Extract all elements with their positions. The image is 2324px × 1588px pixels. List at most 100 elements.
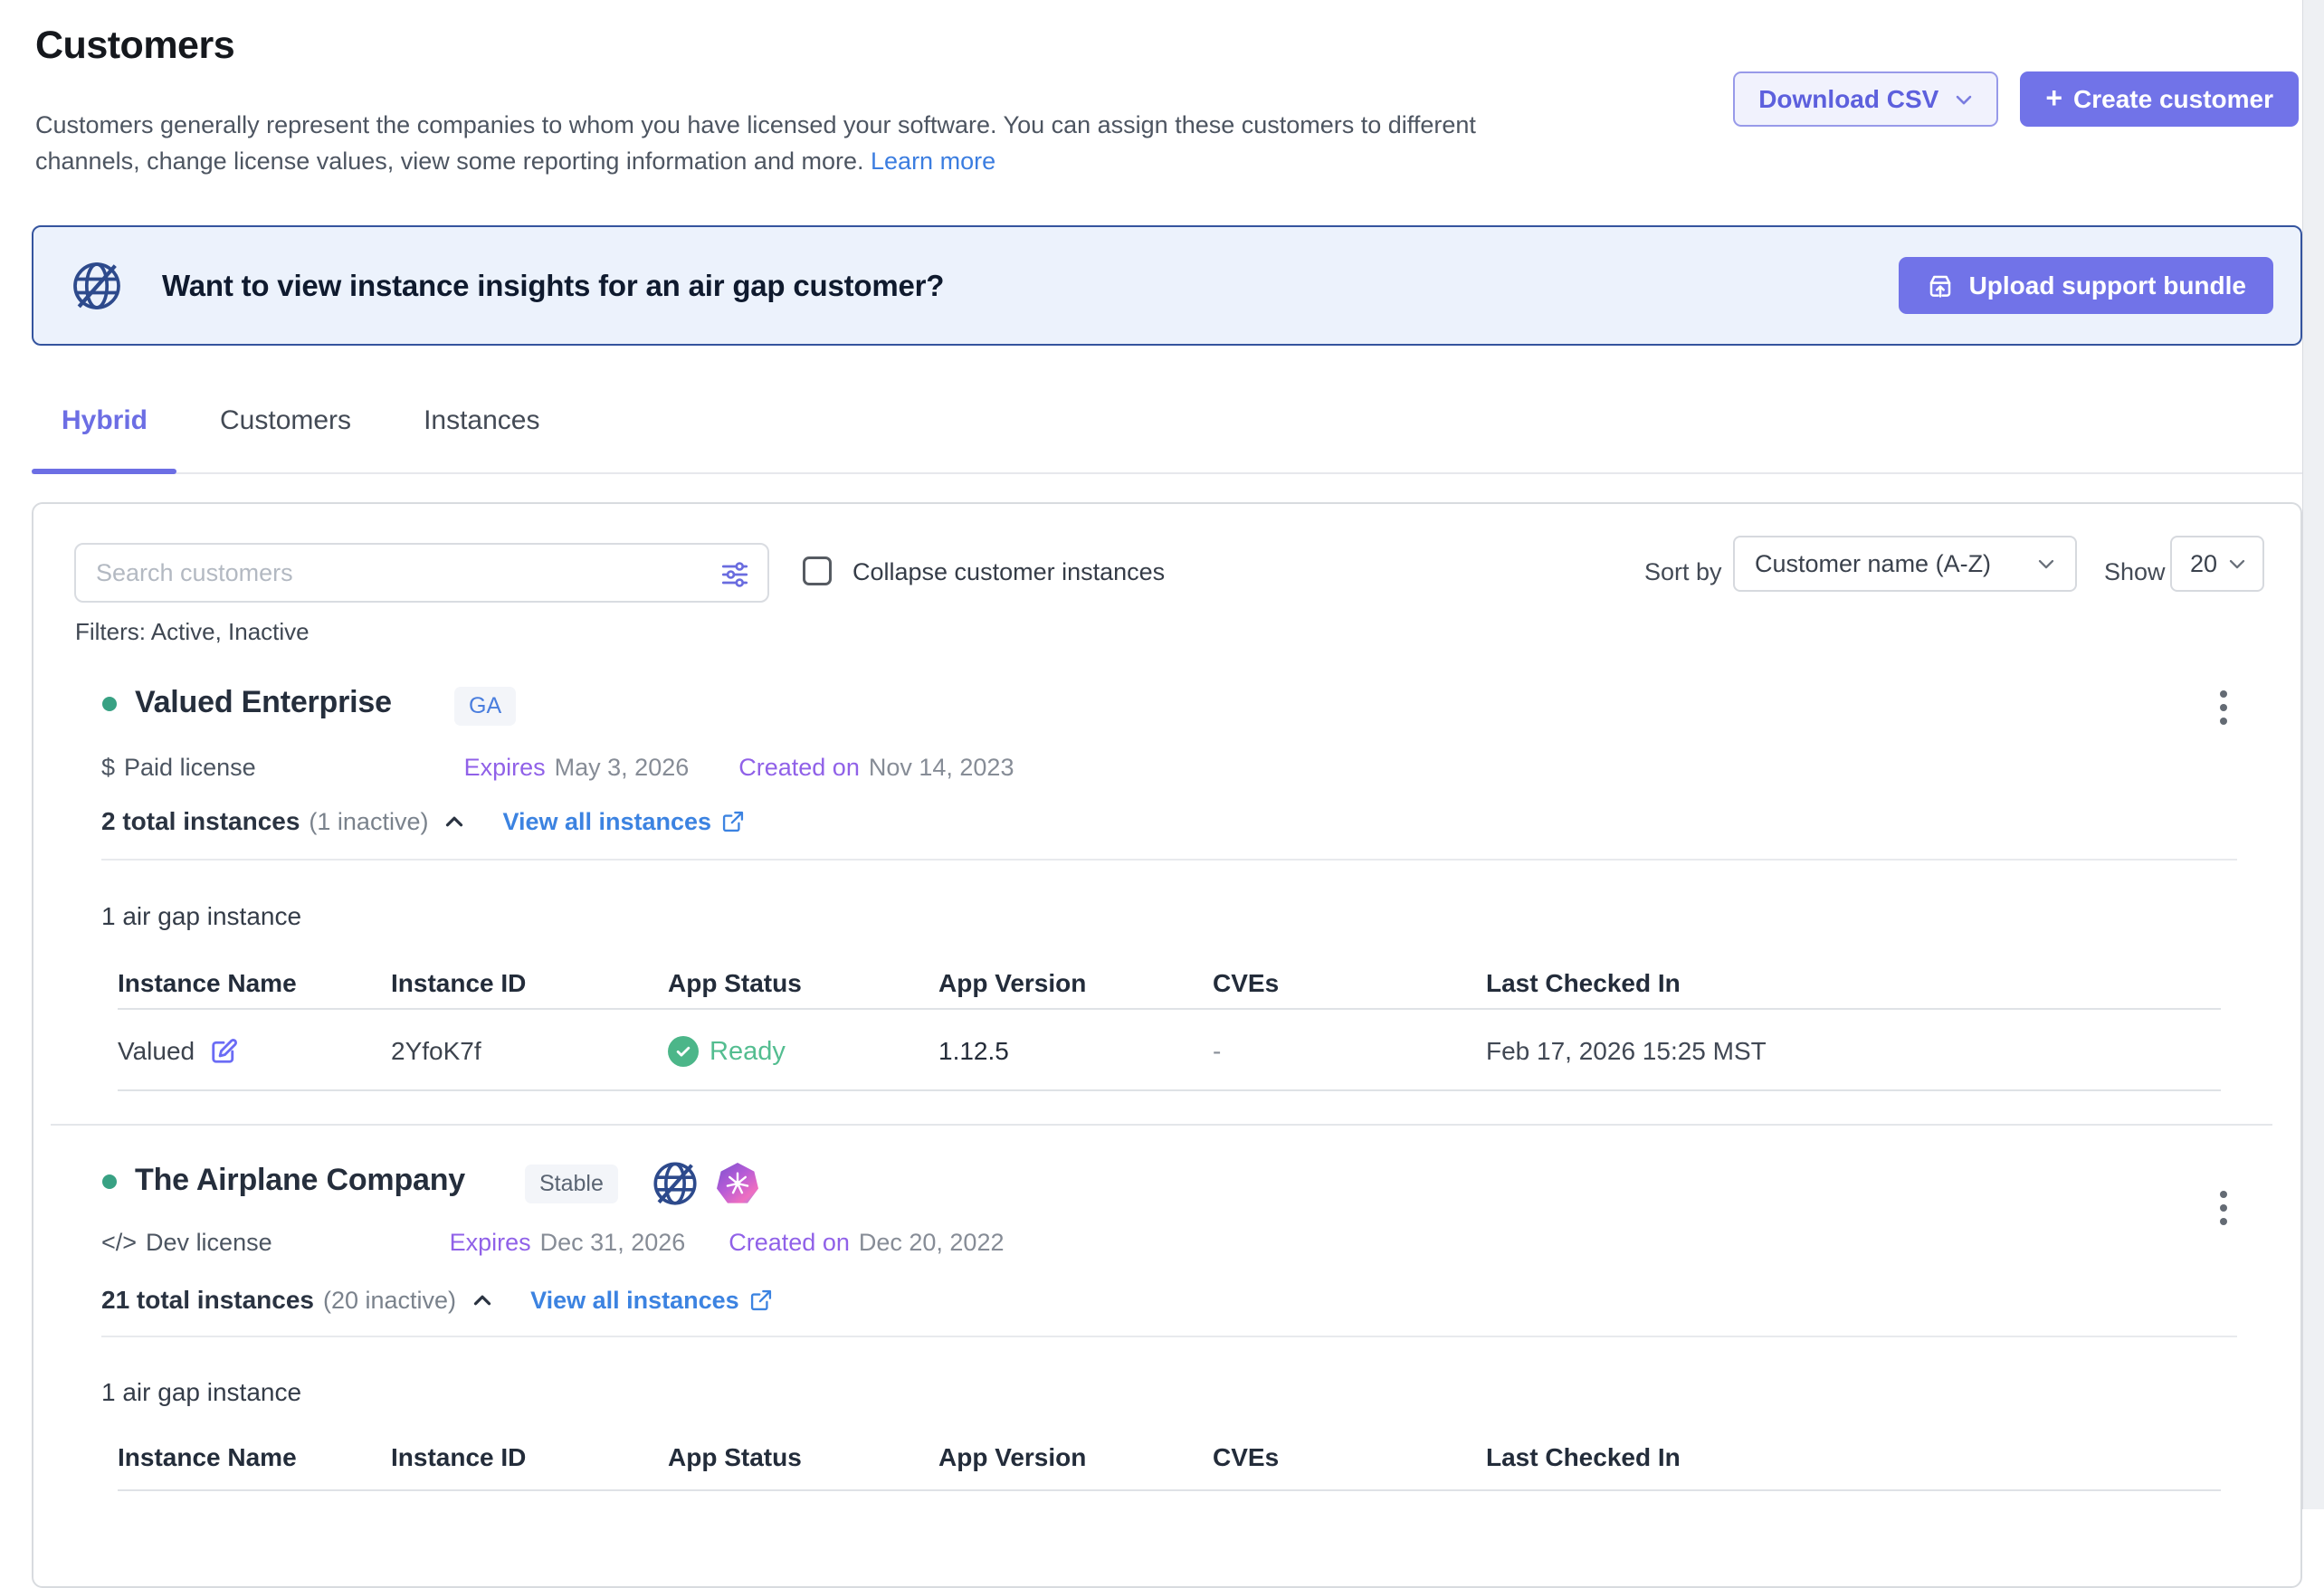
external-link-icon [748, 1288, 774, 1313]
col-instance-id: Instance ID [391, 969, 668, 998]
kubernetes-icon [717, 1163, 758, 1204]
instance-table-header: Instance Name Instance ID App Status App… [118, 967, 2221, 1000]
divider [118, 1489, 2221, 1491]
channel-badge: GA [454, 687, 516, 726]
collapse-caret-icon[interactable] [469, 1287, 496, 1314]
chevron-down-icon [2034, 551, 2059, 576]
tab-bar: Hybrid Customers Instances [62, 405, 539, 436]
col-instance-id: Instance ID [391, 1443, 668, 1472]
col-cves: CVEs [1213, 969, 1486, 998]
license-type-icon: $ [101, 754, 115, 782]
customer-meta-row: </> Dev license Expires Dec 31, 2026 Cre… [101, 1229, 1004, 1257]
license-type-icon: </> [101, 1229, 137, 1257]
download-csv-button[interactable]: Download CSV [1733, 71, 1998, 127]
last-checked-in: Feb 17, 2026 15:25 MST [1486, 1037, 2221, 1066]
customer-meta-row: $ Paid license Expires May 3, 2026 Creat… [101, 754, 1014, 782]
collapse-caret-icon[interactable] [441, 808, 468, 835]
customers-card: Collapse customer instances Sort by Cust… [32, 502, 2302, 1588]
view-all-instances-link[interactable]: View all instances [502, 808, 746, 836]
instance-table-row: Valued 2YfoK7f Ready 1.12.5 - Feb 17, 20… [118, 1022, 2221, 1081]
divider [101, 1336, 2237, 1337]
plus-icon: + [2045, 81, 2062, 115]
active-tab-underline [32, 469, 176, 474]
col-app-status: App Status [668, 969, 938, 998]
external-link-icon [720, 809, 746, 834]
tab-customers[interactable]: Customers [220, 405, 351, 436]
customer-name[interactable]: Valued Enterprise [135, 685, 392, 720]
header-actions: Download CSV + Create customer [1733, 71, 2299, 127]
instance-name: Valued [118, 1037, 195, 1066]
download-csv-label: Download CSV [1758, 85, 1938, 114]
inactive-instances-label: (1 inactive) [309, 808, 428, 836]
customer-menu-button[interactable] [2205, 680, 2242, 735]
expires-label: Expires [450, 1229, 531, 1257]
expires-date: May 3, 2026 [555, 754, 690, 782]
upload-support-bundle-label: Upload support bundle [1969, 271, 2246, 300]
tab-instances[interactable]: Instances [424, 405, 539, 436]
status-check-icon [668, 1036, 699, 1067]
airgap-instance-count: 1 air gap instance [101, 1378, 301, 1407]
create-customer-button[interactable]: + Create customer [2020, 71, 2299, 127]
airgap-instance-count: 1 air gap instance [101, 902, 301, 931]
section-divider [51, 1124, 2272, 1126]
instance-id: 2YfoK7f [391, 1037, 668, 1066]
channel-badge: Stable [525, 1165, 618, 1203]
vertical-scrollbar[interactable] [2302, 0, 2324, 1509]
total-instances-label: 21 total instances [101, 1286, 314, 1315]
collapse-instances-checkbox[interactable] [803, 556, 832, 585]
upload-icon [1926, 271, 1955, 300]
view-all-instances-label: View all instances [530, 1287, 739, 1315]
search-input[interactable] [76, 545, 767, 601]
show-label: Show [2104, 558, 2166, 586]
sort-select[interactable]: Customer name (A-Z) [1733, 536, 2077, 592]
divider [118, 1008, 2221, 1010]
customer-name[interactable]: The Airplane Company [135, 1163, 465, 1198]
total-instances-label: 2 total instances [101, 807, 300, 836]
expires-label: Expires [464, 754, 546, 782]
chevron-down-icon [2224, 551, 2250, 576]
col-app-version: App Version [938, 1443, 1213, 1472]
view-all-instances-label: View all instances [502, 808, 711, 836]
created-on-label: Created on [729, 1229, 850, 1257]
inactive-instances-label: (20 inactive) [323, 1287, 456, 1315]
active-filters-text: Filters: Active, Inactive [75, 618, 310, 646]
filter-sliders-icon[interactable] [719, 558, 751, 591]
learn-more-link[interactable]: Learn more [871, 147, 995, 175]
search-box [74, 543, 769, 603]
show-count-value: 20 [2190, 550, 2224, 578]
create-customer-label: Create customer [2073, 85, 2273, 114]
edit-icon[interactable] [207, 1035, 240, 1068]
page-description: Customers generally represent the compan… [35, 107, 1476, 179]
app-version: 1.12.5 [938, 1037, 1213, 1066]
airgap-globe-icon [649, 1157, 701, 1210]
license-type-label: Paid license [124, 754, 256, 782]
page-title: Customers [35, 24, 234, 68]
sort-select-value: Customer name (A-Z) [1755, 550, 2034, 578]
instances-summary-row: 2 total instances (1 inactive) View all … [101, 807, 746, 836]
created-on-label: Created on [738, 754, 860, 782]
instance-table-header: Instance Name Instance ID App Status App… [118, 1441, 2221, 1474]
instances-summary-row: 21 total instances (20 inactive) View al… [101, 1286, 774, 1315]
page-description-line2: channels, change license values, view so… [35, 147, 864, 175]
view-all-instances-link[interactable]: View all instances [530, 1287, 774, 1315]
license-type-label: Dev license [146, 1229, 272, 1257]
page-description-line1: Customers generally represent the compan… [35, 111, 1476, 138]
col-instance-name: Instance Name [118, 969, 391, 998]
divider [118, 1089, 2221, 1091]
app-status: Ready [710, 1037, 786, 1067]
chevron-down-icon [1951, 87, 1976, 112]
tab-hybrid[interactable]: Hybrid [62, 405, 148, 436]
upload-support-bundle-button[interactable]: Upload support bundle [1899, 257, 2273, 314]
cves-value: - [1213, 1037, 1486, 1066]
customer-menu-button[interactable] [2205, 1181, 2242, 1235]
created-date: Dec 20, 2022 [859, 1229, 1005, 1257]
col-last-checked-in: Last Checked In [1486, 969, 2221, 998]
customer-active-dot [102, 697, 117, 711]
sort-by-label: Sort by [1644, 558, 1722, 586]
divider [101, 859, 2237, 861]
tabs-baseline [32, 472, 2302, 474]
show-count-select[interactable]: 20 [2170, 536, 2264, 592]
col-app-version: App Version [938, 969, 1213, 998]
airgap-banner: Want to view instance insights for an ai… [32, 225, 2302, 346]
col-last-checked-in: Last Checked In [1486, 1443, 2221, 1472]
